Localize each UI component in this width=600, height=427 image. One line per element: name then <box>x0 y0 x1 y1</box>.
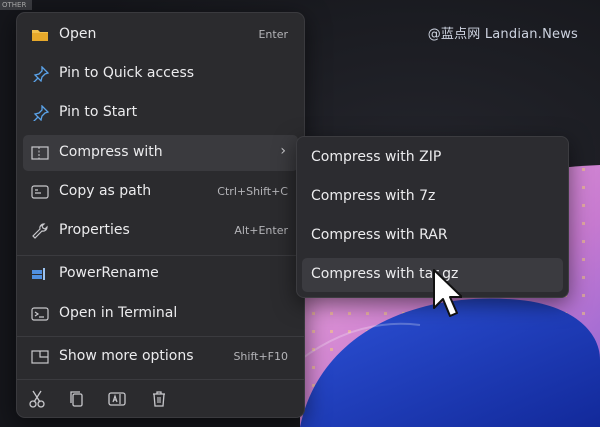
zip-icon <box>31 146 49 160</box>
menu-item-label: Properties <box>59 222 130 238</box>
cut-icon[interactable] <box>27 389 47 409</box>
more-options-icon <box>31 350 49 364</box>
menu-separator <box>17 336 304 337</box>
menu-separator <box>17 379 304 380</box>
menu-item-label: PowerRename <box>59 265 159 281</box>
menu-item-open-in-terminal[interactable]: Open in Terminal <box>23 296 298 332</box>
corner-tab: OTHER <box>0 0 32 10</box>
menu-item-properties[interactable]: Properties Alt+Enter <box>23 213 298 249</box>
menu-item-label: Open <box>59 26 97 42</box>
submenu-item-7z[interactable]: Compress with 7z <box>302 180 563 214</box>
menu-item-powerrename[interactable]: PowerRename <box>23 256 298 292</box>
submenu-item-zip[interactable]: Compress with ZIP <box>302 141 563 175</box>
folder-icon <box>32 30 48 41</box>
submenu-item-label: Compress with RAR <box>311 227 448 243</box>
submenu-item-rar[interactable]: Compress with RAR <box>302 219 563 253</box>
menu-item-label: Show more options <box>59 348 194 364</box>
menu-item-label: Pin to Quick access <box>59 65 195 81</box>
submenu-item-label: Compress with 7z <box>311 188 436 204</box>
menu-item-show-more-options[interactable]: Show more options Shift+F10 <box>23 339 298 375</box>
menu-item-shortcut: Enter <box>258 28 288 41</box>
pin-icon <box>33 66 49 82</box>
pin-icon <box>33 105 49 121</box>
menu-item-copy-as-path[interactable]: Copy as path Ctrl+Shift+C <box>23 174 298 210</box>
quick-actions-row <box>17 385 304 415</box>
powerrename-icon <box>32 268 45 280</box>
menu-item-shortcut: Ctrl+Shift+C <box>217 185 288 198</box>
delete-icon[interactable] <box>149 389 169 409</box>
copy-icon[interactable] <box>67 389 87 409</box>
menu-item-open[interactable]: Open Enter <box>23 17 298 53</box>
terminal-icon <box>31 307 49 321</box>
menu-item-pin-quick-access[interactable]: Pin to Quick access <box>23 56 298 92</box>
watermark-text: @蓝点网 Landian.News <box>427 27 578 42</box>
menu-item-label: Open in Terminal <box>59 305 178 321</box>
submenu-item-label: Compress with ZIP <box>311 149 442 165</box>
mouse-cursor-icon <box>433 269 462 317</box>
path-icon <box>31 185 49 199</box>
chevron-right-icon: › <box>280 143 286 159</box>
menu-item-label: Pin to Start <box>59 104 138 120</box>
rename-icon[interactable] <box>107 389 127 409</box>
menu-item-pin-start[interactable]: Pin to Start <box>23 95 298 131</box>
menu-item-shortcut: Shift+F10 <box>233 350 288 363</box>
menu-item-shortcut: Alt+Enter <box>234 224 288 237</box>
menu-item-label: Compress with <box>59 144 163 160</box>
menu-item-label: Copy as path <box>59 183 152 199</box>
menu-item-compress-with[interactable]: Compress with › <box>23 135 298 171</box>
wrench-icon <box>32 223 48 239</box>
context-menu: Open Enter Pin to Quick access Pin to St… <box>16 12 305 418</box>
